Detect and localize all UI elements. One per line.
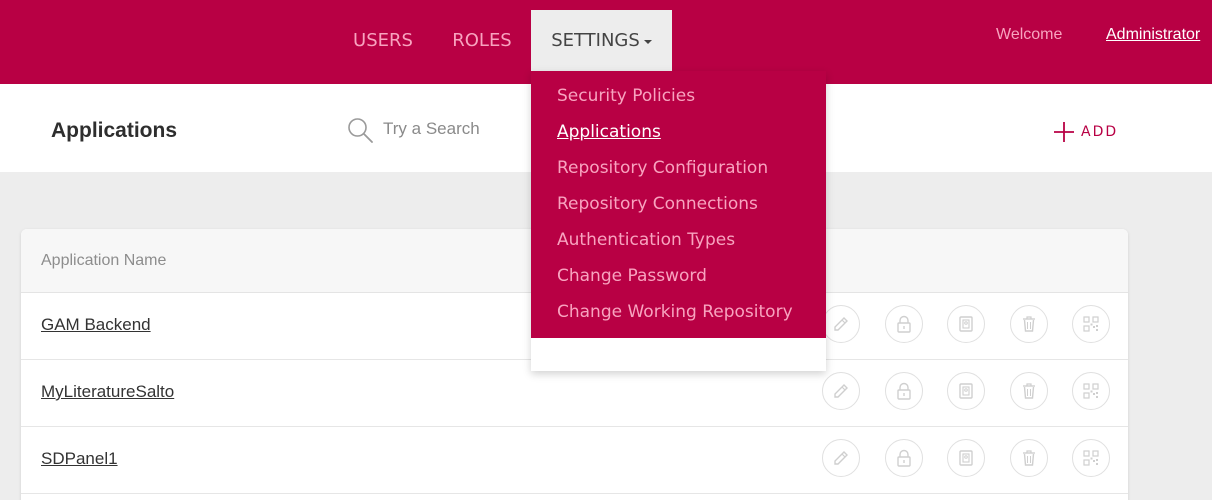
lock-icon	[897, 449, 911, 467]
edit-button[interactable]	[822, 372, 860, 410]
lock-icon	[897, 382, 911, 400]
qr-code-button[interactable]	[1072, 372, 1110, 410]
edit-button[interactable]	[822, 439, 860, 477]
search-input[interactable]	[383, 117, 533, 141]
menu-item-applications[interactable]: Applications	[557, 122, 661, 146]
menu-item-repository-connections[interactable]: Repository Connections	[557, 194, 758, 218]
add-label: ADD	[1081, 124, 1119, 140]
menu-item-authentication-types[interactable]: Authentication Types	[557, 230, 735, 254]
nav-settings[interactable]: SETTINGS	[531, 10, 672, 71]
menu-item-change-working-repository[interactable]: Change Working Repository	[557, 302, 793, 326]
lock-icon	[897, 315, 911, 333]
lock-button[interactable]	[885, 439, 923, 477]
contact-card-button[interactable]	[947, 305, 985, 343]
menu-item-repository-configuration[interactable]: Repository Configuration	[557, 158, 768, 182]
nav-roles[interactable]: ROLES	[442, 10, 522, 71]
nav-settings-label: SETTINGS	[551, 30, 640, 51]
qr-code-button[interactable]	[1072, 439, 1110, 477]
trash-button[interactable]	[1010, 372, 1048, 410]
settings-dropdown: Security Policies Applications Repositor…	[531, 71, 826, 371]
nav-roles-label: ROLES	[452, 30, 512, 51]
welcome-text: Welcome	[996, 26, 1063, 43]
trash-button[interactable]	[1010, 305, 1048, 343]
qr-code-button[interactable]	[1072, 305, 1110, 343]
column-header-application-name: Application Name	[41, 252, 167, 269]
trash-icon	[1023, 450, 1035, 466]
search-icon	[348, 118, 373, 143]
plus-icon	[1054, 122, 1074, 142]
application-name-link[interactable]: GAM Backend	[41, 315, 151, 335]
lock-button[interactable]	[885, 372, 923, 410]
qr-code-icon	[1083, 316, 1099, 332]
settings-menu: Security Policies Applications Repositor…	[531, 71, 826, 338]
trash-button[interactable]	[1010, 439, 1048, 477]
contact-card-icon	[959, 383, 973, 399]
page-title: Applications	[51, 119, 178, 142]
trash-icon	[1023, 316, 1035, 332]
application-name-link[interactable]: SDPanel1	[41, 449, 118, 469]
user-menu-link[interactable]: Administrator	[1106, 26, 1200, 44]
qr-code-icon	[1083, 450, 1099, 466]
edit-icon	[834, 317, 848, 331]
table-row: SDPanel1	[21, 427, 1128, 494]
contact-card-icon	[959, 316, 973, 332]
contact-card-button[interactable]	[947, 372, 985, 410]
nav-users[interactable]: USERS	[344, 10, 422, 71]
add-button[interactable]: ADD	[1053, 121, 1118, 143]
contact-card-icon	[959, 450, 973, 466]
caret-down-icon	[643, 39, 652, 44]
qr-code-icon	[1083, 383, 1099, 399]
nav-users-label: USERS	[353, 30, 413, 51]
application-name-link[interactable]: MyLiteratureSalto	[41, 382, 174, 402]
menu-item-security-policies[interactable]: Security Policies	[557, 86, 695, 110]
edit-button[interactable]	[822, 305, 860, 343]
contact-card-button[interactable]	[947, 439, 985, 477]
menu-item-change-password[interactable]: Change Password	[557, 266, 707, 290]
edit-icon	[834, 384, 848, 398]
trash-icon	[1023, 383, 1035, 399]
lock-button[interactable]	[885, 305, 923, 343]
edit-icon	[834, 451, 848, 465]
